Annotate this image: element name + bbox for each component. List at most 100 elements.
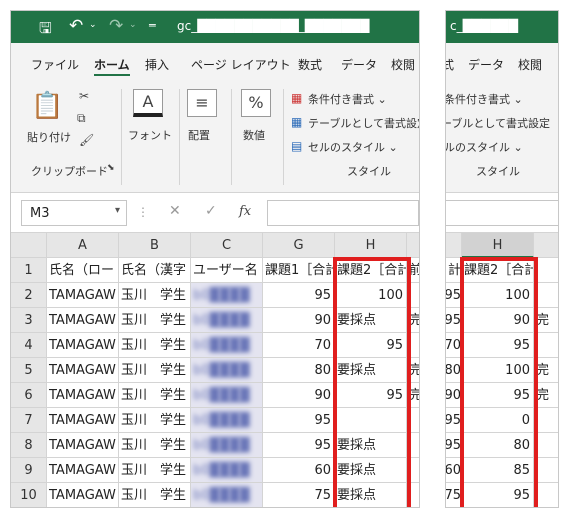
table-cell[interactable]: 玉川 学生 bbox=[119, 433, 191, 458]
row-header[interactable]: 7 bbox=[11, 408, 47, 433]
cut-icon[interactable]: ✂ bbox=[79, 89, 89, 103]
cancel-icon[interactable]: ✕ bbox=[169, 203, 181, 219]
format-as-table-icon[interactable]: ▦ bbox=[291, 115, 302, 129]
enter-icon[interactable]: ✓ bbox=[205, 203, 217, 219]
tab-data-right[interactable]: データ bbox=[468, 56, 504, 73]
table-cell[interactable]: 課題1［合計 bbox=[263, 258, 335, 283]
table-cell[interactable]: 75 bbox=[263, 483, 335, 507]
table-cell[interactable]: ユーザー名 bbox=[191, 258, 263, 283]
conditional-formatting-button[interactable]: 条件付き書式 ⌄ bbox=[308, 91, 387, 107]
formula-input-right[interactable] bbox=[446, 200, 558, 226]
column-header-h-right[interactable]: H bbox=[462, 233, 534, 258]
insert-function-icon[interactable]: fx bbox=[239, 204, 251, 219]
column-header-next-right[interactable] bbox=[534, 233, 558, 258]
format-as-table-button[interactable]: テーブルとして書式設定 bbox=[308, 115, 419, 131]
table-cell[interactable]: TAMAGAW bbox=[47, 333, 119, 358]
table-cell[interactable]: TAMAGAW bbox=[47, 458, 119, 483]
row-header[interactable]: 5 bbox=[11, 358, 47, 383]
cell-styles-button[interactable]: セルのスタイル ⌄ bbox=[308, 139, 398, 155]
table-cell[interactable]: TAMAGAW bbox=[47, 433, 119, 458]
table-cell[interactable]: b0████ bbox=[191, 358, 263, 383]
table-cell[interactable]: 玉川 学生 bbox=[119, 483, 191, 507]
name-box-dropdown-icon[interactable]: ▾ bbox=[115, 205, 120, 216]
number-button[interactable]: 数値 bbox=[243, 127, 265, 143]
tab-file[interactable]: ファイル bbox=[31, 56, 79, 73]
table-cell[interactable]: TAMAGAW bbox=[47, 308, 119, 333]
conditional-formatting-button-right[interactable]: 条件付き書式 ⌄ bbox=[446, 91, 523, 107]
alignment-icon[interactable]: ≡ bbox=[187, 89, 217, 117]
clipboard-launcher-icon[interactable]: ⬊ bbox=[107, 163, 115, 173]
row-header[interactable]: 6 bbox=[11, 383, 47, 408]
worksheet-grid-right[interactable]: H 計課題2［合計 95 100 95 90 完 70 95 80 100 完 90 95 完 95 0 95 8… bbox=[446, 233, 558, 507]
tab-home[interactable]: ホーム bbox=[94, 56, 130, 76]
paste-icon[interactable]: 📋 bbox=[31, 91, 63, 121]
font-icon[interactable]: A bbox=[133, 89, 163, 117]
table-cell[interactable]: 玉川 学生 bbox=[119, 308, 191, 333]
column-header-g-cut[interactable] bbox=[446, 233, 462, 258]
name-box[interactable]: M3 ▾ bbox=[21, 200, 127, 226]
table-cell[interactable]: 90 bbox=[263, 383, 335, 408]
table-cell[interactable]: b0████ bbox=[191, 408, 263, 433]
save-icon[interactable]: 🖫 bbox=[39, 18, 52, 43]
table-cell[interactable]: TAMAGAW bbox=[47, 283, 119, 308]
table-cell[interactable]: 70 bbox=[263, 333, 335, 358]
tab-insert[interactable]: 挿入 bbox=[145, 56, 169, 73]
table-cell[interactable]: 玉川 学生 bbox=[119, 283, 191, 308]
row-header[interactable]: 10 bbox=[11, 483, 47, 507]
number-format-icon[interactable]: % bbox=[241, 89, 271, 117]
table-cell[interactable]: 氏名（漢字 bbox=[119, 258, 191, 283]
tab-formulas[interactable]: 数式 bbox=[298, 56, 322, 73]
table-cell[interactable]: 氏名（ロー bbox=[47, 258, 119, 283]
redo-icon[interactable]: ↷ bbox=[109, 16, 123, 36]
table-cell[interactable]: 80 bbox=[263, 358, 335, 383]
table-cell[interactable]: 95 bbox=[263, 433, 335, 458]
table-cell[interactable]: TAMAGAW bbox=[47, 483, 119, 507]
column-header-a[interactable]: A bbox=[47, 233, 119, 258]
table-cell[interactable]: b0████ bbox=[191, 433, 263, 458]
table-cell[interactable]: 玉川 学生 bbox=[119, 358, 191, 383]
table-cell[interactable]: 玉川 学生 bbox=[119, 408, 191, 433]
column-header-c[interactable]: C bbox=[191, 233, 263, 258]
worksheet-grid[interactable]: A B C G H 1氏名（ロー氏名（漢字ユーザー名課題1［合計課題2［合計前2… bbox=[11, 233, 419, 507]
table-cell[interactable]: 玉川 学生 bbox=[119, 458, 191, 483]
formula-input[interactable] bbox=[267, 200, 419, 226]
table-cell[interactable]: b0████ bbox=[191, 383, 263, 408]
column-header-next[interactable] bbox=[407, 233, 419, 258]
row-header[interactable]: 8 bbox=[11, 433, 47, 458]
select-all-corner[interactable] bbox=[11, 233, 47, 258]
table-cell[interactable]: TAMAGAW bbox=[47, 408, 119, 433]
column-header-g[interactable]: G bbox=[263, 233, 335, 258]
copy-icon[interactable]: ⧉ bbox=[77, 111, 86, 126]
redo-dropdown-icon[interactable]: ⌄ bbox=[129, 20, 137, 30]
table-cell[interactable]: 95 bbox=[263, 283, 335, 308]
tab-data[interactable]: データ bbox=[341, 56, 377, 73]
tab-review[interactable]: 校閲 bbox=[391, 56, 415, 73]
table-cell[interactable]: 60 bbox=[263, 458, 335, 483]
cell-styles-icon[interactable]: ▤ bbox=[291, 139, 302, 153]
row-header[interactable]: 1 bbox=[11, 258, 47, 283]
table-cell[interactable]: 90 bbox=[263, 308, 335, 333]
tab-formulas-right[interactable]: 式 bbox=[446, 56, 454, 73]
undo-icon[interactable]: ↶ bbox=[69, 16, 83, 36]
table-cell[interactable]: TAMAGAW bbox=[47, 383, 119, 408]
table-cell[interactable]: b0████ bbox=[191, 308, 263, 333]
table-cell[interactable]: 95 bbox=[263, 408, 335, 433]
table-cell[interactable]: b0████ bbox=[191, 483, 263, 507]
row-header[interactable]: 2 bbox=[11, 283, 47, 308]
table-cell[interactable]: 玉川 学生 bbox=[119, 383, 191, 408]
undo-dropdown-icon[interactable]: ⌄ bbox=[89, 20, 97, 30]
paste-button[interactable]: 貼り付け bbox=[27, 129, 71, 145]
table-cell[interactable]: b0████ bbox=[191, 333, 263, 358]
column-header-h[interactable]: H bbox=[335, 233, 407, 258]
customize-toolbar-icon[interactable]: ═ bbox=[149, 19, 156, 32]
cell-styles-button-right[interactable]: ルのスタイル ⌄ bbox=[446, 139, 523, 155]
font-button[interactable]: フォント bbox=[128, 127, 172, 143]
row-header[interactable]: 9 bbox=[11, 458, 47, 483]
row-header[interactable]: 4 bbox=[11, 333, 47, 358]
conditional-formatting-icon[interactable]: ▦ bbox=[291, 91, 302, 105]
format-as-table-button-right[interactable]: テーブルとして書式設定 bbox=[446, 115, 550, 131]
table-cell[interactable]: 玉川 学生 bbox=[119, 333, 191, 358]
table-cell[interactable]: TAMAGAW bbox=[47, 358, 119, 383]
table-cell[interactable]: b0████ bbox=[191, 458, 263, 483]
column-header-b[interactable]: B bbox=[119, 233, 191, 258]
